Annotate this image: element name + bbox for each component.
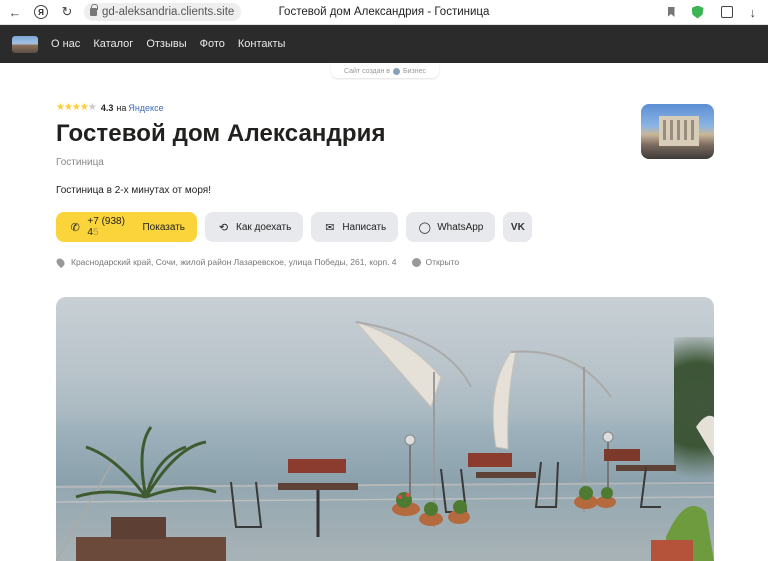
business-description: Гостиница в 2-х минутах от моря! <box>56 185 211 196</box>
site-navigation: О нас Каталог Отзывы Фото Контакты <box>0 25 768 63</box>
yandex-button-icon[interactable]: Я <box>34 5 48 19</box>
hero-photo[interactable] <box>56 297 714 561</box>
rating-source-link[interactable]: Яндексе <box>128 103 163 113</box>
show-phone-label: Показать <box>142 221 185 233</box>
nav-item-contacts[interactable]: Контакты <box>238 38 286 50</box>
rating[interactable]: ★★★★★ 4.3 на Яндексе <box>56 100 714 115</box>
yandex-logo-icon <box>393 67 401 75</box>
terrace-illustration <box>56 321 714 561</box>
nav-item-catalog[interactable]: Каталог <box>93 38 133 50</box>
url-text: gd-aleksandria.clients.site <box>102 6 235 18</box>
whatsapp-button[interactable]: ◯ WhatsApp <box>406 212 496 242</box>
browser-toolbar: ← Я ↻ gd-aleksandria.clients.site Гостев… <box>0 0 768 25</box>
reload-icon[interactable]: ↻ <box>56 1 78 23</box>
created-with-badge[interactable]: Сайт создан в Бизнес <box>331 64 439 78</box>
nav-item-reviews[interactable]: Отзывы <box>146 38 186 50</box>
location-pin-icon <box>54 256 67 268</box>
address-row: Краснодарский край, Сочи, жилой район Ла… <box>54 256 714 268</box>
whatsapp-label: WhatsApp <box>437 221 484 233</box>
rating-on: на <box>116 102 127 113</box>
address-text[interactable]: Краснодарский край, Сочи, жилой район Ла… <box>71 257 397 267</box>
nav-item-about[interactable]: О нас <box>51 38 80 50</box>
route-button[interactable]: ⟲ Как доехать <box>205 212 304 242</box>
lock-icon <box>90 4 98 16</box>
badge-text: Сайт создан в <box>343 67 391 75</box>
clock-icon <box>411 257 421 267</box>
mail-icon: ✉ <box>325 221 335 234</box>
download-icon[interactable]: ↓ <box>750 5 757 20</box>
nav-item-photos[interactable]: Фото <box>200 38 225 50</box>
extension-icon[interactable] <box>720 6 733 18</box>
vk-button[interactable]: VK <box>503 212 533 242</box>
bookmark-icon[interactable] <box>667 7 675 17</box>
business-card: ★★★★★ 4.3 на Яндексе Гостевой дом Алекса… <box>54 100 714 268</box>
write-button[interactable]: ✉ Написать <box>311 212 399 242</box>
rating-score: 4.3 <box>100 102 114 113</box>
open-status[interactable]: Открыто <box>426 257 460 267</box>
back-arrow-icon[interactable]: ← <box>4 1 26 23</box>
star-rating-icon: ★★★★★ <box>56 102 97 113</box>
call-button[interactable]: ✆ +7 (938) 45 Показать <box>56 212 197 242</box>
site-logo[interactable] <box>12 35 38 53</box>
write-label: Написать <box>342 221 387 233</box>
phone-number-fade: 5 <box>92 227 99 238</box>
route-label: Как доехать <box>236 221 292 233</box>
route-icon: ⟲ <box>218 221 229 234</box>
protect-shield-icon[interactable] <box>691 5 704 19</box>
business-category: Гостиница <box>56 157 104 168</box>
whatsapp-icon: ◯ <box>418 221 431 234</box>
phone-icon: ✆ <box>70 221 80 234</box>
action-buttons: ✆ +7 (938) 45 Показать ⟲ Как доехать ✉ Н… <box>56 212 714 242</box>
vk-icon: VK <box>510 221 525 233</box>
badge-brand: Бизнес <box>403 67 427 75</box>
business-photo-thumbnail[interactable] <box>641 104 714 159</box>
address-bar[interactable]: gd-aleksandria.clients.site <box>84 3 242 21</box>
page-title: Гостевой дом Александрия <box>56 120 386 147</box>
